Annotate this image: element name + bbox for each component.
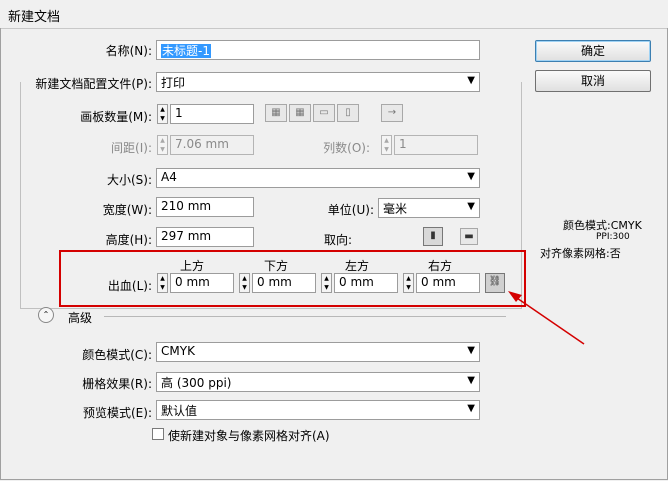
width-label: 宽度(W): bbox=[102, 203, 152, 217]
units-value: 毫米 bbox=[383, 202, 408, 216]
chevron-down-icon: ▼ bbox=[467, 345, 475, 356]
raster-value: 高 (300 ppi) bbox=[161, 376, 232, 390]
grid-by-column-icon[interactable]: ▦ bbox=[289, 104, 311, 122]
annotation-arrow bbox=[508, 291, 585, 345]
bleed-right-stepper[interactable]: ▲ ▼ bbox=[403, 273, 414, 293]
landscape-icon[interactable]: ▬ bbox=[460, 228, 478, 245]
bleed-right-label: 右方 bbox=[428, 259, 453, 273]
artboards-label: 画板数量(M): bbox=[80, 110, 152, 124]
raster-select[interactable]: 高 (300 ppi) ▼ bbox=[156, 372, 480, 392]
cancel-button[interactable]: 取消 bbox=[535, 70, 651, 92]
bleed-left-label: 左方 bbox=[345, 259, 370, 273]
columns-input[interactable]: 1 bbox=[394, 135, 478, 155]
height-label: 高度(H): bbox=[105, 233, 152, 247]
name-label: 名称(N): bbox=[105, 44, 152, 58]
preview-select[interactable]: 默认值 ▼ bbox=[156, 400, 480, 420]
bleed-left-stepper[interactable]: ▲ ▼ bbox=[321, 273, 332, 293]
portrait-icon[interactable]: ▮ bbox=[423, 227, 443, 246]
size-label: 大小(S): bbox=[106, 173, 152, 187]
chevron-down-icon: ▼ bbox=[467, 201, 475, 212]
ok-button[interactable]: 确定 bbox=[535, 40, 651, 62]
preview-value: 默认值 bbox=[161, 404, 198, 418]
name-value: 未标题-1 bbox=[161, 44, 211, 58]
bleed-right-input[interactable]: 0 mm bbox=[416, 273, 480, 293]
chevron-down-icon: ▼ bbox=[467, 403, 475, 414]
artboards-input[interactable]: 1 bbox=[170, 104, 254, 124]
bleed-top-input[interactable]: 0 mm bbox=[170, 273, 234, 293]
color-mode-value: CMYK bbox=[161, 344, 195, 358]
color-mode-label: 颜色模式(C): bbox=[82, 348, 152, 362]
bleed-label: 出血(L): bbox=[107, 279, 152, 293]
size-value: A4 bbox=[161, 170, 177, 184]
units-label: 单位(U): bbox=[327, 203, 374, 217]
align-pixel-grid-label: 使新建对象与像素网格对齐(A) bbox=[168, 429, 330, 443]
arrange-by-row-icon[interactable]: ▭ bbox=[313, 104, 335, 122]
orientation-label: 取向: bbox=[324, 233, 353, 247]
spacing-stepper[interactable]: ▲ ▼ bbox=[157, 135, 168, 155]
info-color-mode: 颜色模式:CMYK bbox=[563, 219, 642, 232]
bleed-top-stepper[interactable]: ▲ ▼ bbox=[157, 273, 168, 293]
height-input[interactable]: 297 mm bbox=[156, 227, 254, 247]
window-title: 新建文档 bbox=[8, 10, 61, 25]
artboards-stepper[interactable]: ▲ ▼ bbox=[157, 104, 168, 124]
preview-label: 预览模式(E): bbox=[83, 406, 152, 420]
align-pixel-grid-checkbox[interactable] bbox=[152, 428, 164, 440]
bleed-bottom-input[interactable]: 0 mm bbox=[252, 273, 316, 293]
arrange-by-column-icon[interactable]: ▯ bbox=[337, 104, 359, 122]
bleed-top-label: 上方 bbox=[180, 259, 205, 273]
size-select[interactable]: A4 ▼ bbox=[156, 168, 480, 188]
spacing-input[interactable]: 7.06 mm bbox=[170, 135, 254, 155]
bleed-left-input[interactable]: 0 mm bbox=[334, 273, 398, 293]
info-align-grid: 对齐像素网格:否 bbox=[540, 247, 621, 260]
grid-by-row-icon[interactable]: ▦ bbox=[265, 104, 287, 122]
width-input[interactable]: 210 mm bbox=[156, 197, 254, 217]
name-input[interactable]: 未标题-1 bbox=[156, 40, 480, 60]
raster-label: 栅格效果(R): bbox=[82, 377, 152, 391]
advanced-label: 高级 bbox=[68, 311, 93, 325]
chevron-down-icon: ▼ bbox=[467, 375, 475, 386]
collapse-icon[interactable]: ⌃ bbox=[38, 307, 54, 323]
bleed-bottom-label: 下方 bbox=[264, 259, 289, 273]
bleed-bottom-stepper[interactable]: ▲ ▼ bbox=[239, 273, 250, 293]
chevron-down-icon: ▼ bbox=[467, 171, 475, 182]
right-to-left-icon[interactable]: → bbox=[381, 104, 403, 122]
title-bar: 新建文档 bbox=[0, 0, 668, 29]
columns-label: 列数(O): bbox=[323, 141, 370, 155]
columns-stepper[interactable]: ▲ ▼ bbox=[381, 135, 392, 155]
spacing-label: 间距(I): bbox=[111, 141, 152, 155]
units-select[interactable]: 毫米 ▼ bbox=[378, 198, 480, 218]
info-ppi: PPI:300 bbox=[596, 232, 630, 242]
divider bbox=[104, 316, 506, 317]
color-mode-select[interactable]: CMYK ▼ bbox=[156, 342, 480, 362]
